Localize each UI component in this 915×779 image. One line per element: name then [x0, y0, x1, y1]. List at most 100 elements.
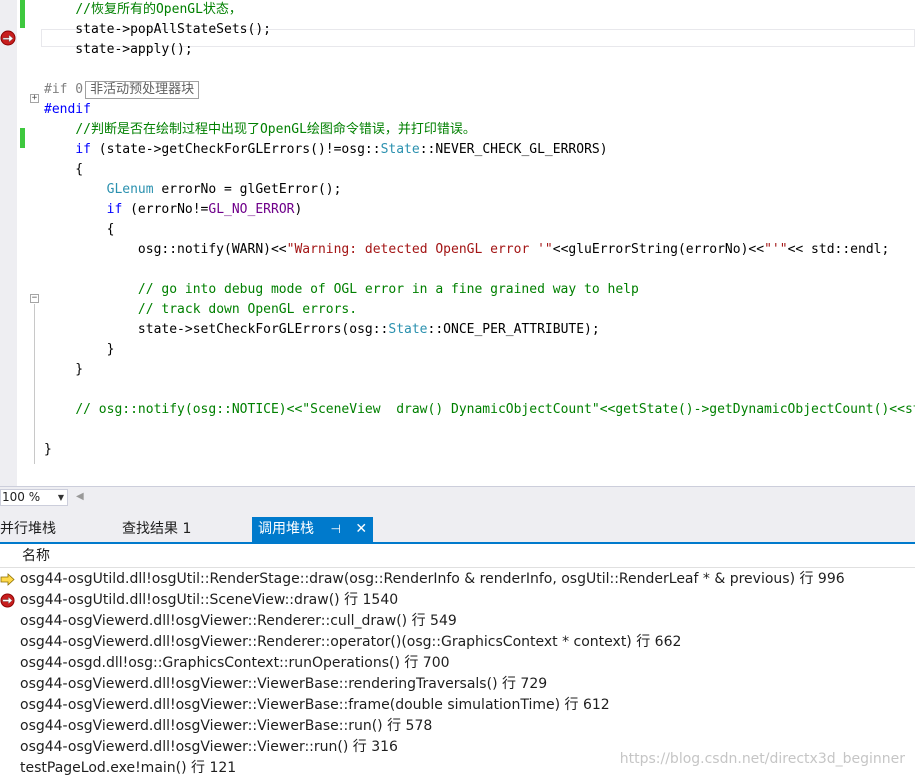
code-token: //恢复所有的OpenGL状态， — [75, 2, 242, 17]
code-line[interactable]: { — [44, 220, 115, 240]
code-token: //判断是否在绘制过程中出现了OpenGL绘图命令错误，并打印错误。 — [75, 122, 476, 137]
breakpoint-icon[interactable] — [0, 30, 16, 46]
code-token: #if 0 — [44, 82, 84, 97]
collapse-region-icon[interactable]: − — [30, 294, 39, 303]
call-stack-frame-label: osg44-osgUtild.dll!osgUtil::RenderStage:… — [20, 571, 845, 587]
code-token: } — [44, 362, 84, 377]
call-stack-frame-label: testPageLod.exe!main() 行 121 — [20, 760, 237, 776]
code-line[interactable]: state->setCheckForGLErrors(osg::State::O… — [44, 320, 600, 340]
fold-guide-line — [34, 304, 35, 464]
call-stack-frame-label: osg44-osgViewerd.dll!osgViewer::Renderer… — [20, 634, 682, 650]
code-token: if — [75, 142, 91, 157]
code-line[interactable]: GLenum errorNo = glGetError(); — [44, 180, 342, 200]
tab-label: 调用堆栈 — [258, 521, 314, 537]
column-header-name[interactable]: 名称 — [0, 544, 915, 568]
call-stack-frame-label: osg44-osgViewerd.dll!osgViewer::ViewerBa… — [20, 697, 610, 713]
call-stack-frame[interactable]: osg44-osgViewerd.dll!osgViewer::ViewerBa… — [0, 674, 915, 695]
code-token: errorNo = glGetError(); — [153, 182, 342, 197]
code-token: // track down OpenGL errors. — [137, 302, 358, 317]
call-stack-frame[interactable]: osg44-osgViewerd.dll!osgViewer::ViewerBa… — [0, 716, 915, 737]
code-token: } — [44, 342, 115, 357]
code-token: (errorNo!= — [122, 202, 209, 217]
code-line[interactable]: if (state->getCheckForGLErrors()!=osg::S… — [44, 140, 608, 160]
tab-parallel-stacks[interactable]: 并行堆栈 — [0, 517, 60, 542]
expand-region-icon[interactable]: + — [30, 94, 39, 103]
tool-window-tabs: 并行堆栈 查找结果 1 调用堆栈 ⊣ ✕ — [0, 508, 915, 544]
scroll-left-icon[interactable]: ◀ — [76, 491, 84, 502]
editor-status-bar: 100 % ▼ ◀ — [0, 486, 915, 509]
code-token: GLenum — [106, 182, 154, 197]
call-stack-frame[interactable]: osg44-osgViewerd.dll!osgViewer::Renderer… — [0, 611, 915, 632]
code-line[interactable]: } — [44, 340, 115, 360]
watermark: https://blog.csdn.net/directx3d_beginner — [619, 751, 905, 767]
call-stack-frame-label: osg44-osgUtild.dll!osgUtil::SceneView::d… — [20, 592, 399, 608]
code-token: <<gluErrorString(errorNo)<< — [552, 242, 765, 257]
code-token: State — [380, 142, 420, 157]
code-editor[interactable]: + − //恢复所有的OpenGL状态， state->popAllStateS… — [0, 0, 915, 486]
code-line[interactable]: if (errorNo!=GL_NO_ERROR) — [44, 200, 303, 220]
code-line[interactable]: } — [44, 440, 52, 460]
call-stack-frame-label: osg44-osgViewerd.dll!osgViewer::Renderer… — [20, 613, 457, 629]
call-stack-frame[interactable]: osg44-osgd.dll!osg::GraphicsContext::run… — [0, 653, 915, 674]
zoom-value: 100 % — [2, 490, 41, 504]
call-stack-frame[interactable]: osg44-osgViewerd.dll!osgViewer::Renderer… — [0, 632, 915, 653]
code-token: state->popAllStateSets(); — [44, 22, 271, 37]
code-token: "Warning: detected OpenGL error '" — [286, 242, 553, 257]
code-token: (state->getCheckForGLErrors()!=osg:: — [90, 142, 381, 157]
editor-gutter[interactable] — [0, 0, 17, 486]
code-line[interactable]: state->apply(); — [44, 40, 193, 60]
change-indicator-bar — [20, 128, 25, 148]
code-token: } — [44, 442, 52, 457]
code-line[interactable]: state->popAllStateSets(); — [44, 20, 271, 40]
code-token: State — [388, 322, 428, 337]
chevron-down-icon[interactable]: ▼ — [58, 490, 64, 505]
breakpoint-icon — [0, 593, 15, 608]
code-line[interactable]: //判断是否在绘制过程中出现了OpenGL绘图命令错误，并打印错误。 — [44, 120, 476, 140]
column-header-label: 名称 — [22, 548, 50, 564]
code-token: ::NEVER_CHECK_GL_ERRORS) — [419, 142, 608, 157]
close-icon[interactable]: ✕ — [355, 521, 367, 537]
call-stack-frame-label: osg44-osgViewerd.dll!osgViewer::Viewer::… — [20, 739, 398, 755]
change-indicator-bar — [20, 0, 25, 28]
code-token: // go into debug mode of OGL error in a … — [137, 282, 639, 297]
tab-find-results[interactable]: 查找结果 1 — [118, 517, 195, 542]
code-token: ::ONCE_PER_ATTRIBUTE); — [427, 322, 600, 337]
call-stack-frame-label: osg44-osgd.dll!osg::GraphicsContext::run… — [20, 655, 450, 671]
code-line[interactable]: #endif — [44, 100, 91, 120]
code-line[interactable]: #if 0 非活动预处理器块 — [44, 80, 200, 100]
inactive-preprocessor-block[interactable]: 非活动预处理器块 — [85, 81, 200, 99]
call-stack-frame[interactable]: osg44-osgViewerd.dll!osgViewer::ViewerBa… — [0, 695, 915, 716]
code-line[interactable]: // go into debug mode of OGL error in a … — [44, 280, 639, 300]
code-token: #endif — [44, 102, 91, 117]
code-line[interactable]: osg::notify(WARN)<<"Warning: detected Op… — [44, 240, 889, 260]
code-token: GL_NO_ERROR — [208, 202, 295, 217]
current-frame-arrow-icon — [0, 573, 15, 586]
code-line[interactable]: //恢复所有的OpenGL状态， — [44, 0, 242, 20]
code-line[interactable]: { — [44, 160, 83, 180]
code-line[interactable]: // osg::notify(osg::NOTICE)<<"SceneView … — [44, 400, 915, 420]
code-token: osg::notify(WARN)<< — [44, 242, 287, 257]
tab-label: 并行堆栈 — [0, 521, 56, 537]
tab-call-stack[interactable]: 调用堆栈 ⊣ ✕ — [252, 517, 374, 542]
pin-icon[interactable]: ⊣ — [330, 522, 340, 536]
call-stack-frame[interactable]: osg44-osgUtild.dll!osgUtil::SceneView::d… — [0, 590, 915, 611]
code-line[interactable]: } — [44, 360, 83, 380]
call-stack-panel: 名称 osg44-osgUtild.dll!osgUtil::RenderSta… — [0, 544, 915, 776]
call-stack-frame-label: osg44-osgViewerd.dll!osgViewer::ViewerBa… — [20, 676, 548, 692]
code-token: << std::endl; — [787, 242, 890, 257]
code-token: state->apply(); — [44, 42, 193, 57]
code-token: // osg::notify(osg::NOTICE)<<"SceneView … — [75, 402, 915, 417]
code-token: state->setCheckForGLErrors(osg:: — [44, 322, 389, 337]
tab-label: 查找结果 1 — [122, 521, 192, 537]
zoom-dropdown[interactable]: 100 % ▼ — [0, 489, 68, 506]
call-stack-frame-label: osg44-osgViewerd.dll!osgViewer::ViewerBa… — [20, 718, 433, 734]
code-token: { — [44, 222, 115, 237]
call-stack-frame[interactable]: osg44-osgUtild.dll!osgUtil::RenderStage:… — [0, 569, 915, 590]
code-token: "'" — [764, 242, 788, 257]
code-line[interactable]: // track down OpenGL errors. — [44, 300, 357, 320]
